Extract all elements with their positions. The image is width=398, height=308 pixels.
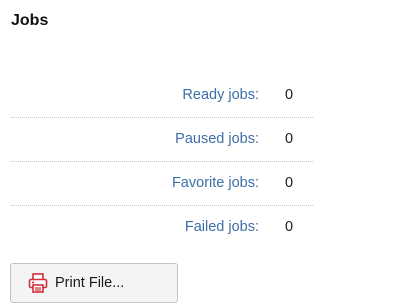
stat-label[interactable]: Paused jobs:: [175, 131, 259, 147]
stat-label[interactable]: Failed jobs:: [185, 219, 259, 235]
stat-row-ready: Ready jobs: 0: [11, 74, 313, 118]
stat-label[interactable]: Favorite jobs:: [172, 175, 259, 191]
stat-row-paused: Paused jobs: 0: [11, 118, 313, 162]
stat-label[interactable]: Ready jobs:: [182, 87, 259, 103]
stat-value: 0: [285, 131, 294, 147]
stat-row-failed: Failed jobs: 0: [11, 206, 313, 250]
stat-value: 0: [285, 219, 294, 235]
stat-value: 0: [285, 175, 294, 191]
print-file-label: Print File...: [55, 275, 125, 291]
stat-value: 0: [285, 87, 294, 103]
print-file-button[interactable]: Print File...: [10, 263, 178, 303]
panel-title: Jobs: [11, 12, 49, 29]
printer-icon: [27, 272, 49, 294]
jobs-stats-list: Ready jobs: 0 Paused jobs: 0 Favorite jo…: [11, 74, 313, 250]
stat-row-favorite: Favorite jobs: 0: [11, 162, 313, 206]
